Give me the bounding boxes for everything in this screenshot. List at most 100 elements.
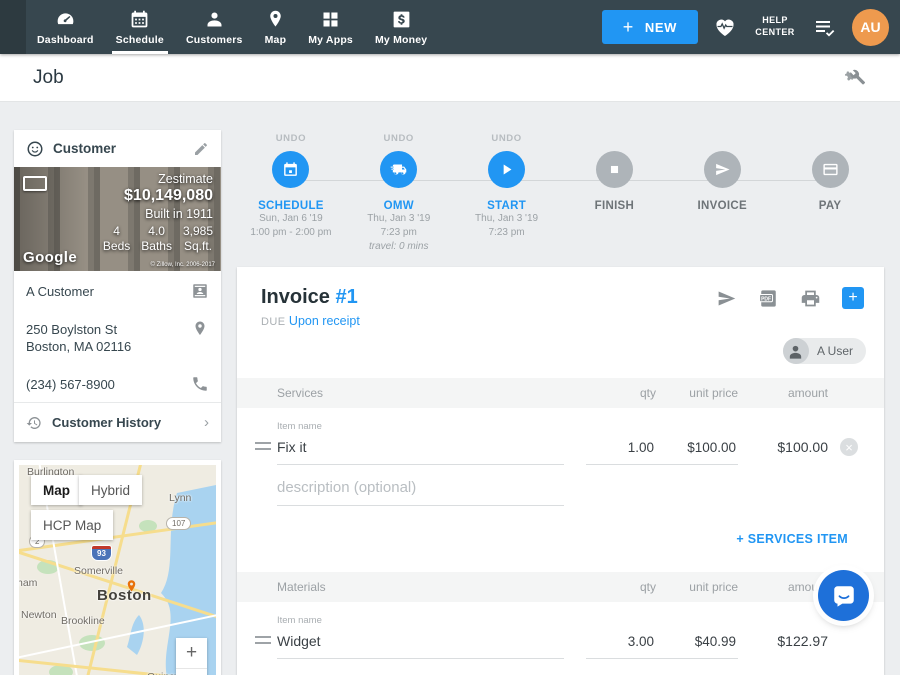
customer-history-row[interactable]: Customer History › [14, 402, 221, 442]
drag-handle[interactable] [255, 442, 271, 450]
materials-section: Materials qty unit price amount Item nam… [237, 572, 884, 675]
map-type-button-hcp[interactable]: HCP Map [31, 510, 113, 540]
pdf-icon[interactable]: PDF [758, 288, 779, 309]
edit-pencil-icon[interactable] [193, 141, 209, 157]
start-step-button[interactable] [488, 151, 525, 188]
services-section-header: Services qty unit price amount [237, 378, 884, 408]
location-pin-icon[interactable] [191, 320, 209, 338]
item-description-input[interactable] [277, 661, 564, 675]
step-label: FINISH [595, 200, 635, 212]
map-label-waltham: ham [19, 577, 37, 589]
add-invoice-button[interactable]: + [842, 287, 864, 309]
chat-icon [831, 583, 857, 609]
nav-item-customers[interactable]: Customers [175, 0, 254, 54]
person-icon [787, 343, 804, 360]
section-title: Materials [277, 580, 586, 594]
zillow-copyright: © Zillow, Inc. 2006-2017 [151, 262, 215, 268]
invoice-step-button[interactable] [704, 151, 741, 188]
timeline-step-schedule: UNDO SCHEDULE Sun, Jan 6 '19 1:00 pm - 2… [237, 133, 345, 254]
zestimate-value: $10,149,080 [103, 187, 213, 205]
item-amount: $122.97 [738, 633, 828, 659]
customer-card-header: Customer [14, 130, 221, 167]
nav-item-my-money[interactable]: My Money [364, 0, 438, 54]
job-location-pin [124, 579, 139, 594]
i93-shield: 93 [91, 545, 112, 561]
nav-label: My Money [375, 34, 427, 46]
map-label-somerville: Somerville [74, 565, 123, 577]
chat-messenger-button[interactable] [818, 570, 869, 621]
truck-icon [390, 161, 407, 178]
timeline-step-pay: PAY [776, 133, 884, 254]
due-terms-link[interactable]: Upon receipt [289, 314, 360, 328]
item-name-label: Item name [277, 421, 586, 432]
apps-grid-icon [320, 9, 341, 30]
phone-icon[interactable] [191, 375, 209, 393]
customer-card-title: Customer [53, 141, 184, 156]
delete-item-icon[interactable]: × [840, 438, 858, 456]
help-center-link[interactable]: HELP CENTER [752, 15, 798, 38]
nav-right-group: + NEW HELP CENTER AU [602, 0, 900, 54]
property-photo: Zestimate $10,149,080 Built in 1911 4Bed… [14, 167, 221, 271]
health-heart-icon[interactable] [713, 15, 737, 39]
invoice-due: DUE Upon receipt [261, 314, 866, 328]
map-type-button-hybrid[interactable]: Hybrid [79, 475, 142, 505]
map-canvas[interactable]: Burlington Lynn 107 2 93 Somerville ham … [19, 465, 216, 675]
new-button[interactable]: + NEW [602, 10, 698, 44]
schedule-step-button[interactable] [272, 151, 309, 188]
wrench-gear-icon [843, 63, 867, 87]
add-services-item-link[interactable]: + SERVICES ITEM [736, 532, 848, 546]
chevron-right-icon: › [204, 414, 209, 431]
map-label-quincy: Quincy [147, 671, 180, 675]
undo-schedule-link[interactable]: UNDO [276, 133, 306, 145]
nav-item-map[interactable]: Map [254, 0, 298, 54]
map-label-lynn: Lynn [169, 492, 191, 504]
nav-label: My Apps [308, 34, 353, 46]
drag-handle[interactable] [255, 636, 271, 644]
streetview-icon [23, 176, 47, 191]
customer-address: 250 Boylston St Boston, MA 02116 [26, 320, 191, 355]
item-description-input[interactable] [277, 467, 564, 506]
invoice-header: Invoice #1 DUE Upon receipt PDF + [237, 267, 884, 328]
customer-card: Customer Zestimate $10,149,080 Built in … [14, 130, 221, 442]
nav-label: Map [265, 34, 287, 46]
item-name-input[interactable] [277, 633, 564, 659]
step-date: Thu, Jan 3 '19 [367, 212, 430, 226]
omw-step-button[interactable] [380, 151, 417, 188]
job-settings-button[interactable] [843, 63, 867, 92]
col-qty: qty [586, 580, 656, 594]
nav-item-dashboard[interactable]: Dashboard [26, 0, 105, 54]
customer-phone-row: (234) 567-8900 [14, 364, 221, 402]
zoom-in-button[interactable]: + [176, 638, 207, 669]
col-amount: amount [738, 580, 828, 594]
assigned-user-chip[interactable]: A User [783, 338, 866, 364]
pay-step-button[interactable] [812, 151, 849, 188]
section-title: Services [277, 386, 586, 400]
item-unit-price-input[interactable] [656, 440, 738, 465]
svg-text:PDF: PDF [761, 296, 771, 302]
property-stats: 4Beds 4.0Baths 3,985Sq.ft. [103, 224, 213, 254]
zestimate-overlay: Zestimate $10,149,080 Built in 1911 4Bed… [103, 172, 213, 254]
print-icon[interactable] [800, 288, 821, 309]
undo-omw-link[interactable]: UNDO [384, 133, 414, 145]
stop-icon [606, 161, 623, 178]
stat-baths: 4.0Baths [141, 224, 172, 254]
contact-card-icon[interactable] [191, 282, 209, 300]
item-name-input[interactable] [277, 439, 564, 465]
send-invoice-icon[interactable] [716, 288, 737, 309]
nav-item-my-apps[interactable]: My Apps [297, 0, 364, 54]
item-unit-price-input[interactable] [656, 634, 738, 659]
service-description-row [237, 465, 884, 506]
item-qty-input[interactable] [586, 440, 656, 465]
activity-list-icon[interactable] [813, 15, 837, 39]
step-label: START [487, 200, 526, 212]
add-service-row: + SERVICES ITEM [237, 506, 884, 572]
nav-item-schedule[interactable]: Schedule [105, 0, 175, 54]
left-sidebar: Customer Zestimate $10,149,080 Built in … [14, 130, 221, 675]
undo-start-link[interactable]: UNDO [491, 133, 521, 145]
finish-step-button[interactable] [596, 151, 633, 188]
item-qty-input[interactable] [586, 634, 656, 659]
map-type-button-map[interactable]: Map [31, 475, 82, 505]
zoom-out-button[interactable]: − [176, 669, 207, 675]
material-line-item: Item name $122.97 [237, 602, 884, 659]
user-avatar[interactable]: AU [852, 9, 889, 46]
